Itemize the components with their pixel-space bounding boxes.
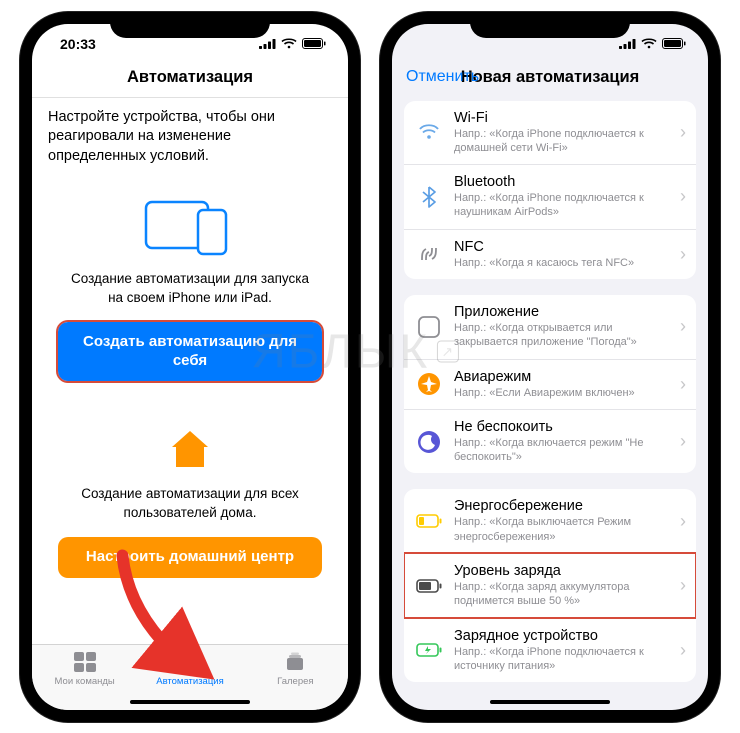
trigger-row-bluetooth[interactable]: BluetoothНапр.: «Когда iPhone подключает… [404, 164, 696, 229]
charger-icon [416, 637, 442, 663]
chevron-right-icon: › [680, 244, 686, 265]
nav-bar: Автоматизация [32, 64, 348, 98]
row-title: Wi-Fi [454, 110, 668, 126]
wifi-icon [416, 119, 442, 145]
trigger-row-wifi[interactable]: Wi-FiНапр.: «Когда iPhone подключается к… [404, 101, 696, 165]
row-subtitle: Напр.: «Когда я касаюсь тега NFC» [454, 256, 668, 270]
battery-icon [662, 36, 686, 52]
notch [110, 12, 270, 38]
shortcuts-icon [73, 651, 97, 673]
phone-right: Отменить Новая автоматизация Wi-FiНапр.:… [380, 12, 720, 722]
row-subtitle: Напр.: «Если Авиарежим включен» [454, 386, 668, 400]
tab-label: Галерея [277, 676, 313, 687]
home-illustration [58, 427, 322, 471]
card-personal: Создание автоматизации для запуска на св… [44, 180, 336, 397]
row-title: Авиарежим [454, 369, 668, 385]
automation-icon [178, 651, 202, 673]
row-title: Уровень заряда [454, 563, 668, 579]
home-indicator [130, 700, 250, 704]
app-icon [416, 314, 442, 340]
tab-my-shortcuts[interactable]: Мои команды [45, 651, 125, 687]
home-indicator [490, 700, 610, 704]
trigger-row-airplane[interactable]: АвиарежимНапр.: «Если Авиарежим включен»… [404, 359, 696, 409]
row-title: Энергосбережение [454, 498, 668, 514]
card-personal-text: Создание автоматизации для запуска на св… [58, 270, 322, 308]
dnd-icon [416, 429, 442, 455]
gallery-icon [283, 651, 307, 673]
row-title: Не беспокоить [454, 419, 668, 435]
bluetooth-icon [416, 184, 442, 210]
chevron-right-icon: › [680, 122, 686, 143]
cellular-icon [619, 36, 636, 52]
row-title: Bluetooth [454, 174, 668, 190]
chevron-right-icon: › [680, 575, 686, 596]
chevron-right-icon: › [680, 511, 686, 532]
card-home-text: Создание автоматизации для всех пользова… [58, 485, 322, 523]
intro-text: Настройте устройства, чтобы они реагиров… [44, 104, 336, 181]
row-title: NFC [454, 239, 668, 255]
nav-title: Автоматизация [127, 68, 253, 87]
trigger-row-dnd[interactable]: Не беспокоитьНапр.: «Когда включается ре… [404, 409, 696, 474]
chevron-right-icon: › [680, 316, 686, 337]
settings-group: Wi-FiНапр.: «Когда iPhone подключается к… [404, 101, 696, 279]
phone-left: 20:33 Автоматизация Настройте устройства… [20, 12, 360, 722]
battery-icon [302, 36, 326, 52]
cellular-icon [259, 36, 276, 52]
chevron-right-icon: › [680, 431, 686, 452]
settings-group: ЭнергосбережениеНапр.: «Когда выключаетс… [404, 489, 696, 682]
wifi-icon [641, 36, 657, 52]
row-subtitle: Напр.: «Когда заряд аккумулятора подниме… [454, 580, 668, 609]
nav-bar: Отменить Новая автоматизация [392, 64, 708, 97]
tab-label: Мои команды [55, 676, 115, 687]
wifi-icon [281, 36, 297, 52]
trigger-row-nfc[interactable]: NFCНапр.: «Когда я касаюсь тега NFC» › [404, 229, 696, 279]
row-title: Приложение [454, 304, 668, 320]
trigger-row-charger[interactable]: Зарядное устройствоНапр.: «Когда iPhone … [404, 618, 696, 683]
chevron-right-icon: › [680, 640, 686, 661]
card-home: Создание автоматизации для всех пользова… [44, 411, 336, 594]
nfc-icon [416, 241, 442, 267]
airplane-icon [416, 371, 442, 397]
tab-label: Автоматизация [156, 676, 224, 687]
row-subtitle: Напр.: «Когда включается режим "Не беспо… [454, 436, 668, 465]
chevron-right-icon: › [680, 374, 686, 395]
row-subtitle: Напр.: «Когда выключается Режим энергосб… [454, 515, 668, 544]
devices-illustration [58, 196, 322, 256]
row-subtitle: Напр.: «Когда iPhone подключается к дома… [454, 127, 668, 156]
row-subtitle: Напр.: «Когда iPhone подключается к науш… [454, 191, 668, 220]
trigger-row-app[interactable]: ПриложениеНапр.: «Когда открывается или … [404, 295, 696, 359]
row-subtitle: Напр.: «Когда iPhone подключается к исто… [454, 645, 668, 674]
tab-gallery[interactable]: Галерея [255, 651, 335, 687]
row-subtitle: Напр.: «Когда открывается или закрываетс… [454, 321, 668, 350]
settings-group: ПриложениеНапр.: «Когда открывается или … [404, 295, 696, 473]
create-personal-automation-button[interactable]: Создать автоматизацию для себя [58, 322, 322, 382]
lowpower-icon [416, 508, 442, 534]
setup-home-hub-button[interactable]: Настроить домашний центр [58, 537, 322, 578]
nav-title: Новая автоматизация [461, 68, 640, 87]
trigger-row-lowpower[interactable]: ЭнергосбережениеНапр.: «Когда выключаетс… [404, 489, 696, 553]
cancel-button[interactable]: Отменить [406, 68, 479, 86]
tab-automation[interactable]: Автоматизация [150, 651, 230, 687]
status-time: 20:33 [60, 36, 96, 52]
row-title: Зарядное устройство [454, 628, 668, 644]
battery-icon [416, 573, 442, 599]
notch [470, 12, 630, 38]
chevron-right-icon: › [680, 186, 686, 207]
trigger-row-battery[interactable]: Уровень зарядаНапр.: «Когда заряд аккуму… [404, 553, 696, 618]
